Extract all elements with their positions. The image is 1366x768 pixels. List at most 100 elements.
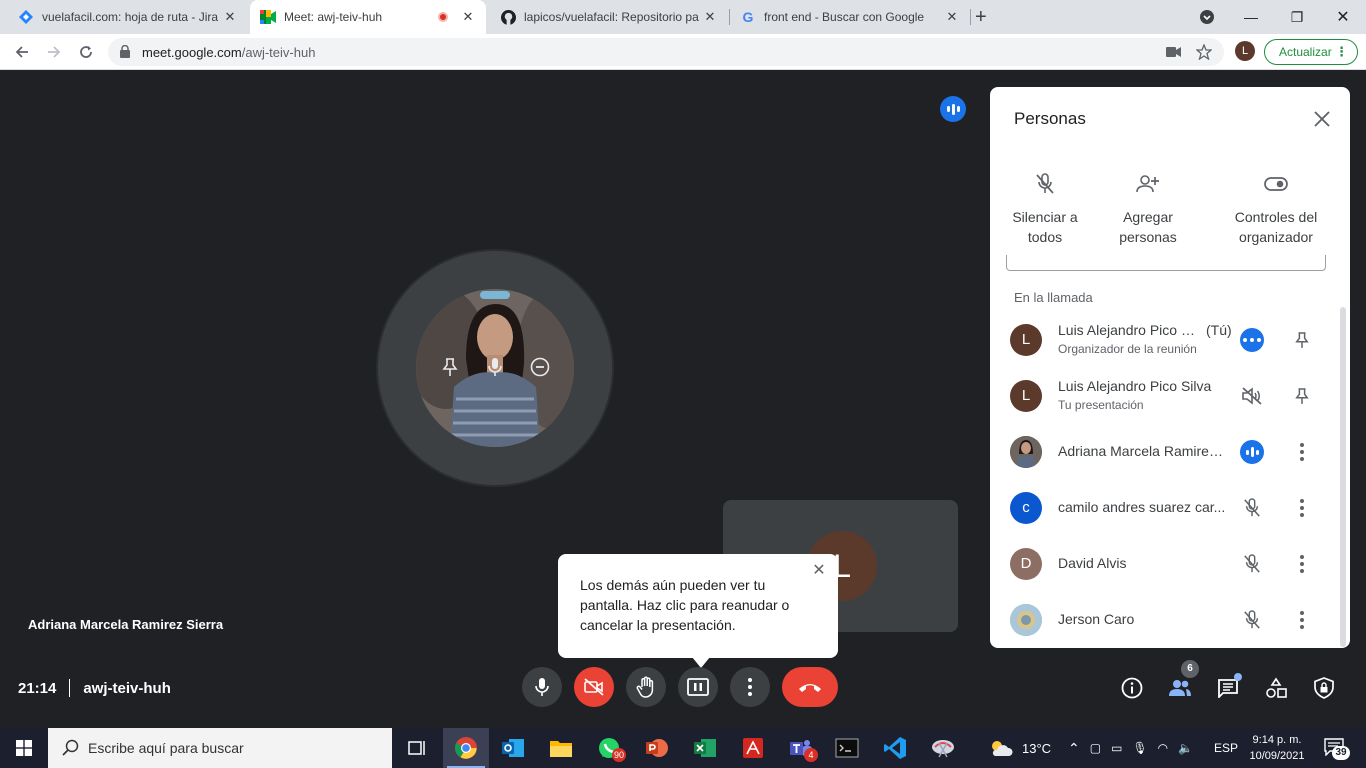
bookmark-star-icon[interactable] <box>1196 44 1212 60</box>
remove-icon[interactable] <box>523 350 557 384</box>
back-button[interactable] <box>8 38 36 66</box>
more-vert-icon[interactable] <box>1290 608 1314 632</box>
update-button[interactable]: Actualizar ⋮ <box>1264 39 1358 65</box>
activities-button[interactable] <box>1263 675 1289 701</box>
address-bar[interactable]: meet.google.com/awj-teiv-huh <box>108 38 1224 66</box>
teams-app[interactable]: 4 <box>778 728 824 768</box>
close-icon[interactable] <box>1310 107 1334 131</box>
windows-start-button[interactable] <box>0 728 48 768</box>
scrollbar[interactable] <box>1340 307 1346 647</box>
close-icon[interactable]: ✕ <box>810 562 828 580</box>
participant-name: Luis Alejandro Pico Silva <box>1058 378 1212 394</box>
chat-notification-dot <box>1234 673 1242 681</box>
activities-icon <box>1266 677 1287 698</box>
menu-dots-icon: ⋮ <box>1335 44 1348 59</box>
more-vert-icon[interactable] <box>1290 552 1314 576</box>
avatar: L <box>1010 324 1042 356</box>
volume-off-icon[interactable] <box>1240 384 1264 408</box>
volume-icon[interactable]: 🔈 <box>1178 741 1193 755</box>
microphone-button[interactable] <box>522 667 562 707</box>
raise-hand-button[interactable] <box>626 667 666 707</box>
excel-app[interactable] <box>682 728 728 768</box>
present-screen-button[interactable] <box>678 667 718 707</box>
new-tab-button[interactable]: + <box>975 0 999 34</box>
divider <box>69 679 71 697</box>
url-text: meet.google.com/awj-teiv-huh <box>142 45 315 60</box>
camera-toggle-button[interactable] <box>574 667 614 707</box>
mute-all-button[interactable]: Silenciar a todos <box>990 169 1100 247</box>
info-icon <box>1121 677 1143 699</box>
tab-search-button[interactable] <box>1184 0 1230 34</box>
weather-widget[interactable]: 13°C <box>988 728 1051 768</box>
search-people-input[interactable] <box>1006 255 1326 271</box>
language-indicator[interactable]: ESP <box>1214 728 1238 768</box>
leave-call-button[interactable] <box>782 667 838 707</box>
mic-off-icon[interactable] <box>1240 608 1264 632</box>
meet-icon <box>260 9 276 25</box>
task-view-button[interactable] <box>394 728 440 768</box>
mic-off-icon[interactable] <box>1240 552 1264 576</box>
participant-row[interactable]: c camilo andres suarez car... <box>990 480 1342 536</box>
notifications-button[interactable]: 39 <box>1324 738 1352 760</box>
tooltip-text: Los demás aún pueden ver tu pantalla. Ha… <box>580 577 790 633</box>
people-button[interactable] <box>1167 675 1193 701</box>
powerpoint-app[interactable] <box>634 728 680 768</box>
presentation-tooltip[interactable]: Los demás aún pueden ver tu pantalla. Ha… <box>558 554 838 668</box>
microphone-tray-icon[interactable]: 🎙 <box>1132 741 1147 755</box>
mic-off-icon[interactable] <box>1240 496 1264 520</box>
browser-toolbar: meet.google.com/awj-teiv-huh L Actualiza… <box>0 34 1366 70</box>
microphone-icon[interactable] <box>478 350 512 384</box>
action-label: todos <box>1027 229 1063 245</box>
reload-button[interactable] <box>72 38 100 66</box>
pin-icon[interactable] <box>1290 328 1314 352</box>
close-icon[interactable]: ✕ <box>460 9 476 25</box>
vscode-app[interactable] <box>872 728 918 768</box>
tab-jira[interactable]: vuelafacil.com: hoja de ruta - Jira ✕ <box>8 0 248 34</box>
forward-button[interactable] <box>40 38 68 66</box>
pin-icon[interactable] <box>1290 384 1314 408</box>
participant-row[interactable]: Adriana Marcela Ramirez ... <box>990 424 1342 480</box>
meeting-details-button[interactable] <box>1119 675 1145 701</box>
window-close-button[interactable]: ✕ <box>1320 0 1366 34</box>
avatar: D <box>1010 548 1042 580</box>
participant-row[interactable]: Jerson Caro <box>990 592 1342 648</box>
network-icon[interactable]: ▢ <box>1090 741 1101 755</box>
wifi-icon[interactable]: ◠ <box>1158 741 1168 755</box>
participant-row[interactable]: L Luis Alejandro Pico Silva Tu presentac… <box>990 368 1342 424</box>
profile-avatar[interactable]: L <box>1235 41 1255 61</box>
more-options-button[interactable] <box>730 667 770 707</box>
chevron-up-icon[interactable]: ⌃ <box>1068 740 1080 757</box>
tab-meet[interactable]: Meet: awj-teiv-huh ✕ <box>250 0 486 34</box>
chrome-app[interactable] <box>443 728 489 768</box>
file-explorer-app[interactable] <box>538 728 584 768</box>
close-icon[interactable]: ✕ <box>944 9 960 25</box>
system-clock[interactable]: 9:14 p. m. 10/09/2021 <box>1248 732 1306 764</box>
more-horiz-icon[interactable] <box>1240 328 1264 352</box>
restore-button[interactable]: ❐ <box>1274 0 1320 34</box>
tab-github[interactable]: lapicos/vuelafacil: Repositorio pa ✕ <box>490 0 728 34</box>
close-icon[interactable]: ✕ <box>702 9 718 25</box>
taskbar-search-input[interactable]: Escribe aquí para buscar <box>48 728 392 768</box>
snipping-tool-app[interactable] <box>920 728 966 768</box>
add-people-button[interactable]: Agregar personas <box>1093 169 1203 247</box>
host-controls-toggle[interactable]: Controles del organizador <box>1221 169 1331 247</box>
meeting-details: 21:14 awj-teiv-huh <box>18 679 171 697</box>
participant-row[interactable]: L Luis Alejandro Pico Si... (Tú) Organiz… <box>990 312 1342 368</box>
host-controls-button[interactable] <box>1311 675 1337 701</box>
notification-badge: 4 <box>804 748 818 762</box>
more-vert-icon[interactable] <box>1290 440 1314 464</box>
outlook-app[interactable] <box>490 728 536 768</box>
terminal-app[interactable] <box>824 728 870 768</box>
battery-icon[interactable]: ▭ <box>1111 741 1122 755</box>
tab-google[interactable]: G front end - Buscar con Google ✕ <box>730 0 970 34</box>
close-icon[interactable]: ✕ <box>222 9 238 25</box>
you-tag: (Tú) <box>1206 322 1232 338</box>
pin-icon[interactable] <box>433 350 467 384</box>
participant-row[interactable]: D David Alvis <box>990 536 1342 592</box>
minimize-button[interactable]: — <box>1228 0 1274 34</box>
whatsapp-app[interactable]: 90 <box>586 728 632 768</box>
acrobat-app[interactable] <box>730 728 776 768</box>
camera-blocked-icon[interactable] <box>1166 46 1182 58</box>
more-vert-icon[interactable] <box>1290 496 1314 520</box>
action-label: organizador <box>1239 229 1313 245</box>
